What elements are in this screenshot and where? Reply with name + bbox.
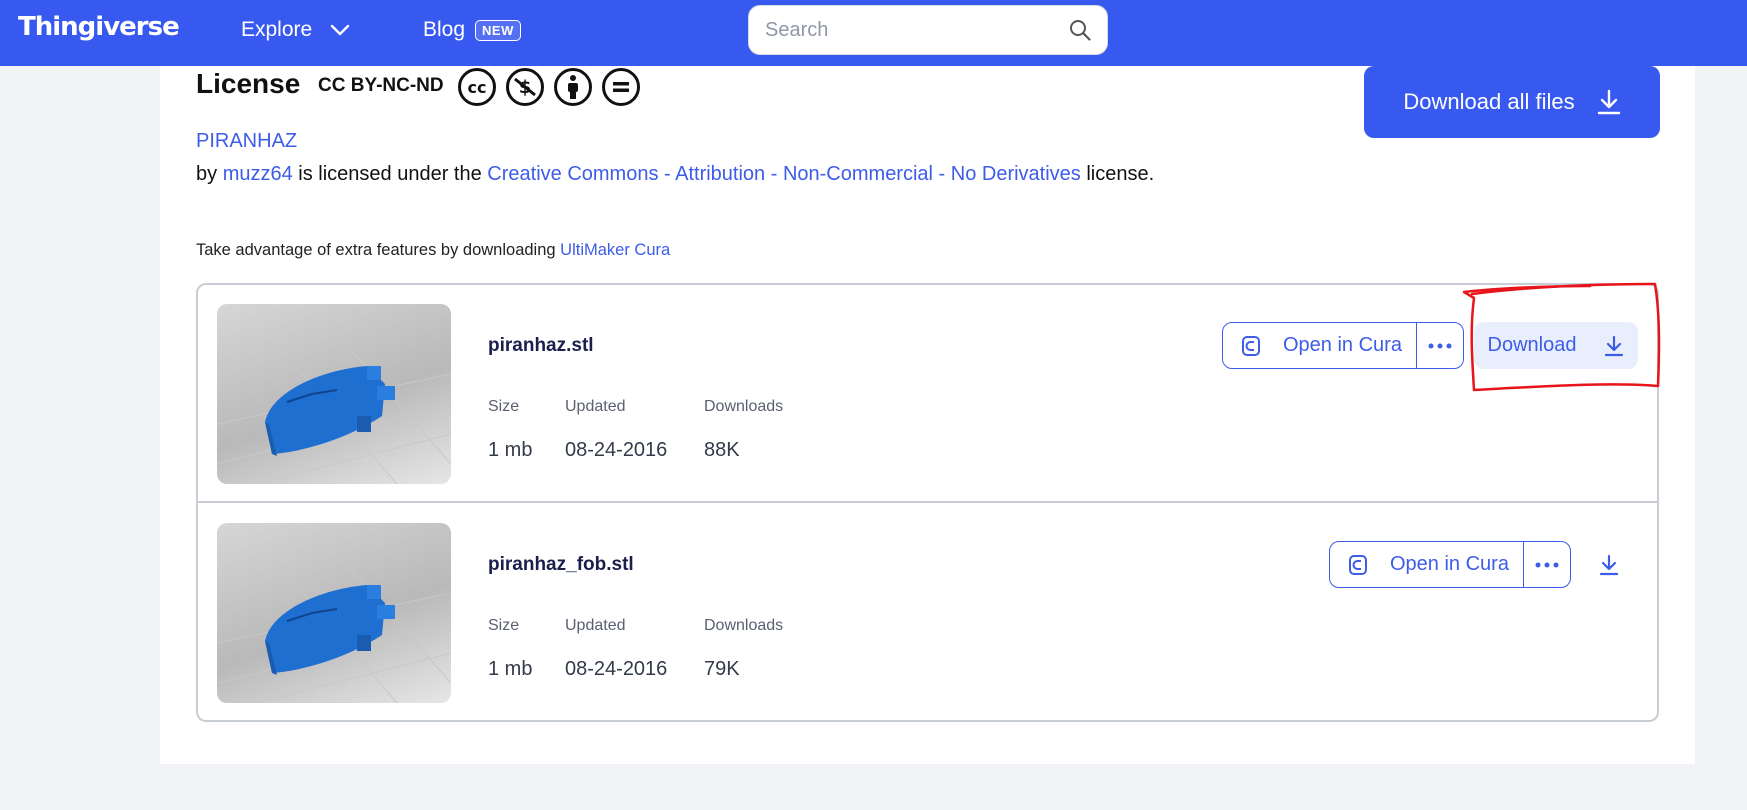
top-navigation-bar: Thingiverse Explore Blog NEW <box>0 0 1747 66</box>
file-row: piranhaz_fob.stl Size Updated Downloads … <box>198 504 1657 720</box>
attribution-icon <box>554 68 592 106</box>
download-label: Download <box>1487 334 1577 356</box>
download-all-files-label: Download all files <box>1403 89 1575 114</box>
file-downloads: 88K <box>704 439 740 461</box>
search-icon[interactable] <box>1069 19 1091 41</box>
non-commercial-icon: $ <box>506 68 544 106</box>
cura-promo: Take advantage of extra features by down… <box>196 241 670 260</box>
author-link[interactable]: muzz64 <box>223 163 293 185</box>
download-icon <box>1599 554 1618 575</box>
size-label: Size <box>488 617 520 634</box>
license-statement: by muzz64 is licensed under the Creative… <box>196 163 1154 186</box>
download-button[interactable]: Download <box>1474 322 1638 369</box>
download-icon <box>1605 335 1624 356</box>
updated-label: Updated <box>565 617 626 634</box>
file-row: piranhaz.stl Size Updated Downloads 1 mb… <box>198 285 1657 503</box>
no-derivatives-icon <box>602 68 640 106</box>
size-label: Size <box>488 398 520 415</box>
explore-menu[interactable]: Explore <box>241 18 350 42</box>
downloads-label: Downloads <box>704 617 784 634</box>
search-box <box>748 5 1108 55</box>
file-name[interactable]: piranhaz.stl <box>488 335 594 357</box>
new-badge: NEW <box>475 19 521 41</box>
ultimaker-cura-link[interactable]: UltiMaker Cura <box>560 241 670 259</box>
creative-commons-icon: cc <box>458 68 496 106</box>
file-name[interactable]: piranhaz_fob.stl <box>488 554 634 576</box>
license-heading: License <box>196 68 301 99</box>
license-icons: cc $ <box>458 68 640 106</box>
thing-name-link[interactable]: PIRANHAZ <box>196 130 297 153</box>
licensed-text: is licensed under the <box>298 163 482 185</box>
ellipsis-icon <box>1428 343 1452 348</box>
open-in-cura-label: Open in Cura <box>1283 334 1402 356</box>
file-size: 1 mb <box>488 658 533 680</box>
explore-label: Explore <box>241 18 313 41</box>
open-in-cura-group: Open in Cura <box>1329 541 1571 588</box>
license-suffix: license. <box>1086 163 1155 185</box>
download-button[interactable] <box>1585 541 1632 588</box>
updated-label: Updated <box>565 398 626 415</box>
ellipsis-icon <box>1535 562 1559 567</box>
file-updated: 08-24-2016 <box>565 439 668 461</box>
downloads-label: Downloads <box>704 398 784 415</box>
download-all-files-button[interactable]: Download all files <box>1364 66 1660 138</box>
blog-link[interactable]: Blog NEW <box>423 18 521 42</box>
file-thumbnail[interactable] <box>217 523 451 703</box>
license-link[interactable]: Creative Commons - Attribution - Non-Com… <box>487 163 1081 185</box>
license-code: CC BY-NC-ND <box>318 75 444 96</box>
search-input[interactable] <box>765 18 1069 42</box>
blog-label: Blog <box>423 18 466 41</box>
file-thumbnail[interactable] <box>217 304 451 484</box>
open-in-cura-button[interactable]: Open in Cura <box>1330 542 1523 587</box>
file-updated: 08-24-2016 <box>565 658 668 680</box>
by-text: by <box>196 163 218 185</box>
more-options-button[interactable] <box>1415 323 1463 368</box>
download-icon <box>1597 89 1620 115</box>
more-options-button[interactable] <box>1522 542 1570 587</box>
cura-icon <box>1242 335 1260 356</box>
file-size: 1 mb <box>488 439 533 461</box>
cura-promo-text: Take advantage of extra features by down… <box>196 241 556 259</box>
thingiverse-logo[interactable]: Thingiverse <box>18 12 180 42</box>
open-in-cura-label: Open in Cura <box>1390 553 1509 575</box>
cura-icon <box>1349 554 1367 575</box>
open-in-cura-group: Open in Cura <box>1222 322 1464 369</box>
file-downloads: 79K <box>704 658 740 680</box>
file-list: piranhaz.stl Size Updated Downloads 1 mb… <box>196 283 1659 722</box>
chevron-down-icon <box>331 24 350 36</box>
open-in-cura-button[interactable]: Open in Cura <box>1223 323 1416 368</box>
